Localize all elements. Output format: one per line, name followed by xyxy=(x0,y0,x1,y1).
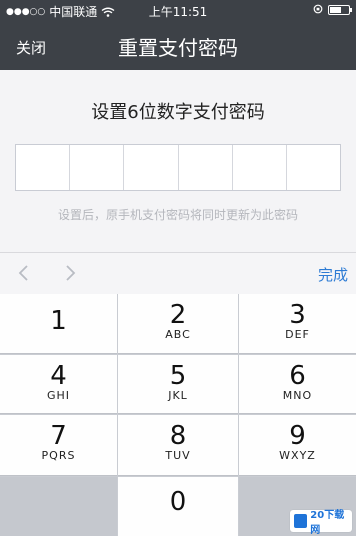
done-button[interactable]: 完成 xyxy=(318,264,348,285)
top-bar: ●●●○○ 中国联通 上午11:51 关闭 重置支付密码 xyxy=(0,0,356,70)
password-digit-box xyxy=(179,145,233,190)
key-9[interactable]: 9 WXYZ xyxy=(239,415,356,476)
battery-level-fill xyxy=(330,7,341,13)
password-hint: 设置后，原手机支付密码将同时更新为此密码 xyxy=(57,208,298,222)
page-title: 重置支付密码 xyxy=(118,36,238,60)
password-digit-box xyxy=(70,145,125,190)
password-digit-box xyxy=(287,145,340,190)
key-digit: 3 xyxy=(289,300,306,330)
chevron-right-icon xyxy=(66,265,76,281)
key-letters: MNO xyxy=(282,389,313,402)
key-letters: JKL xyxy=(168,389,188,402)
key-2[interactable]: 2 ABC xyxy=(118,294,238,354)
status-bar: ●●●○○ 中国联通 上午11:51 xyxy=(0,0,356,20)
numeric-keypad: 1 2 ABC 3 DEF 4 GHI 5 JKL 6 MNO 7 PQRS 8… xyxy=(0,294,356,536)
previous-field-button[interactable] xyxy=(14,263,34,283)
key-3[interactable]: 3 DEF xyxy=(239,294,356,354)
key-digit: 4 xyxy=(50,361,67,391)
key-digit: 1 xyxy=(50,306,67,336)
key-1[interactable]: 1 xyxy=(0,294,117,354)
key-letters: GHI xyxy=(46,389,71,402)
key-4[interactable]: 4 GHI xyxy=(0,355,117,414)
key-8[interactable]: 8 TUV xyxy=(118,415,238,476)
battery-icon xyxy=(328,5,352,15)
password-digit-box xyxy=(16,145,71,190)
chevron-left-icon xyxy=(18,265,28,281)
next-field-button[interactable] xyxy=(60,263,80,283)
key-digit: 8 xyxy=(169,421,187,451)
key-digit: 0 xyxy=(169,487,187,517)
key-digit: 6 xyxy=(289,361,306,391)
key-digit: 7 xyxy=(50,421,67,451)
key-letters: WXYZ xyxy=(279,449,316,462)
watermark-logo: 20下载网 xyxy=(290,510,352,536)
key-letters: PQRS xyxy=(41,449,76,462)
watermark-text: 20下载网 xyxy=(310,510,345,536)
key-digit: 2 xyxy=(169,300,187,330)
main-content: 设置6位数字支付密码 设置后，原手机支付密码将同时更新为此密码 xyxy=(0,70,356,252)
blank-key xyxy=(0,477,117,536)
key-digit: 5 xyxy=(169,361,187,391)
keyboard-toolbar: 完成 xyxy=(0,252,356,294)
key-letters: ABC xyxy=(165,328,191,341)
key-letters: DEF xyxy=(285,328,310,341)
navigation-bar: 关闭 重置支付密码 xyxy=(0,26,356,66)
key-letters: TUV xyxy=(165,449,191,462)
password-prompt: 设置6位数字支付密码 xyxy=(91,102,265,123)
key-digit: 9 xyxy=(289,421,306,451)
status-time: 上午11:51 xyxy=(148,5,208,19)
password-digit-box xyxy=(124,145,179,190)
logo-icon xyxy=(294,514,308,528)
key-0[interactable]: 0 xyxy=(118,477,238,536)
rotation-lock-icon xyxy=(313,3,323,17)
key-6[interactable]: 6 MNO xyxy=(239,355,356,414)
key-5[interactable]: 5 JKL xyxy=(118,355,238,414)
password-digit-box xyxy=(233,145,287,190)
password-input[interactable] xyxy=(15,144,341,191)
key-7[interactable]: 7 PQRS xyxy=(0,415,117,476)
